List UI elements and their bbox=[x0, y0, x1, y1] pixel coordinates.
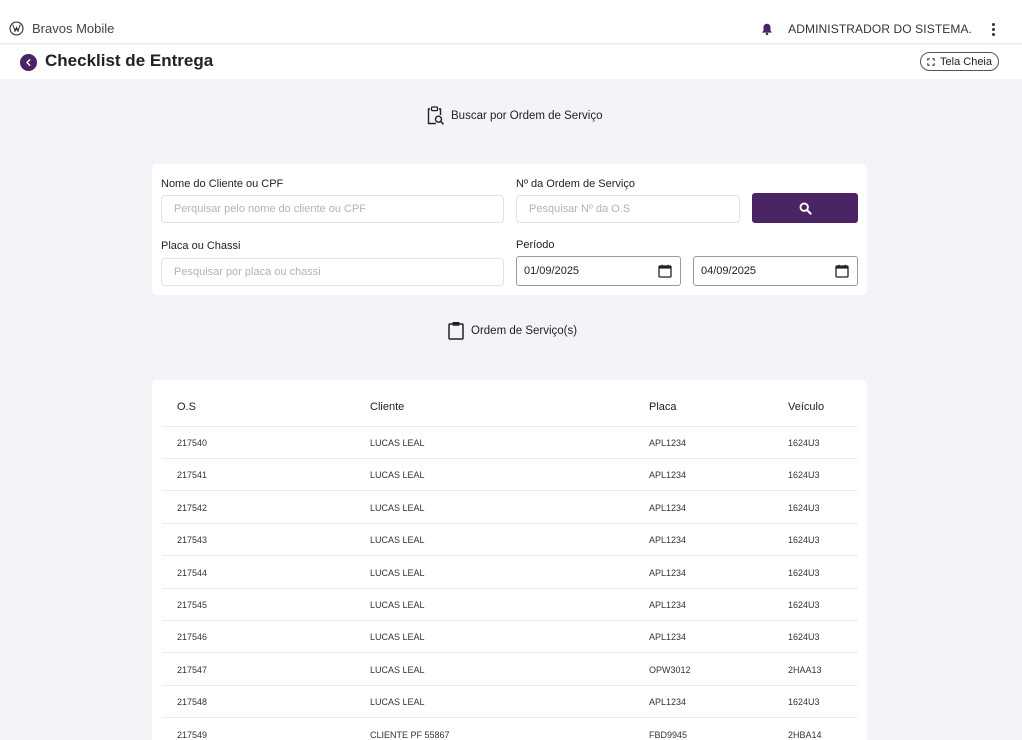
fullscreen-button[interactable]: Tela Cheia bbox=[920, 52, 999, 71]
cell-placa: APL1234 bbox=[649, 438, 687, 448]
cell-cliente: CLIENTE PF 55867 bbox=[370, 729, 450, 740]
search-section-title: Buscar por Ordem de Serviço bbox=[451, 109, 603, 122]
cell-veiculo: 1624U3 bbox=[788, 438, 820, 448]
cell-placa: APL1234 bbox=[649, 470, 687, 481]
plate-field-label: Placa ou Chassi bbox=[161, 240, 241, 252]
column-header-os[interactable]: O.S bbox=[177, 401, 196, 413]
cell-os: 217542 bbox=[177, 502, 208, 513]
client-field-label: Nome do Cliente ou CPF bbox=[161, 178, 284, 190]
user-area: ADMINISTRADOR DO SISTEMA. bbox=[760, 22, 1000, 36]
table-row[interactable]: 217549 CLIENTE PF 55867 FBD9945 2HBA14 bbox=[162, 719, 858, 740]
start-date-input[interactable]: 01/09/2025 bbox=[516, 256, 681, 286]
column-header-placa[interactable]: Placa bbox=[649, 401, 677, 413]
bell-icon[interactable] bbox=[760, 22, 774, 36]
cell-cliente: LUCAS LEAL bbox=[370, 567, 425, 578]
cell-cliente: LUCAS LEAL bbox=[370, 470, 425, 481]
cell-veiculo: 2HBA14 bbox=[788, 729, 822, 740]
fullscreen-icon bbox=[927, 57, 935, 66]
cell-placa: OPW3012 bbox=[649, 664, 691, 675]
search-button[interactable] bbox=[752, 193, 858, 223]
table-row[interactable]: 217547 LUCAS LEAL OPW3012 2HAA13 bbox=[162, 654, 858, 686]
table-row[interactable]: 217546 LUCAS LEAL APL1234 1624U3 bbox=[162, 621, 858, 654]
end-date-value: 04/09/2025 bbox=[701, 265, 757, 277]
os-table: O.S Cliente Placa Veículo 217540 LUCAS LE… bbox=[152, 380, 867, 740]
calendar-icon[interactable] bbox=[835, 264, 849, 278]
table-header: O.S Cliente Placa Veículo bbox=[162, 395, 858, 427]
cell-os: 217541 bbox=[177, 470, 208, 481]
cell-veiculo: 2HAA13 bbox=[788, 664, 822, 675]
vw-logo-icon bbox=[9, 21, 24, 36]
cell-cliente: LUCAS LEAL bbox=[370, 664, 425, 675]
client-search-input[interactable] bbox=[161, 195, 504, 223]
period-field-label: Período bbox=[516, 239, 555, 251]
cell-cliente: LUCAS LEAL bbox=[370, 502, 425, 513]
search-form-card: Nome do Cliente ou CPF Nº da Ordem de Se… bbox=[152, 164, 867, 295]
back-button[interactable] bbox=[20, 54, 37, 71]
search-section-heading: Buscar por Ordem de Serviço bbox=[427, 106, 602, 125]
more-vert-icon[interactable] bbox=[986, 22, 1000, 36]
brand: Bravos Mobile bbox=[9, 21, 114, 36]
table-row[interactable]: 217541 LUCAS LEAL APL1234 1624U3 bbox=[162, 459, 858, 492]
cell-veiculo: 1624U3 bbox=[788, 470, 820, 481]
os-field-label: Nº da Ordem de Serviço bbox=[516, 178, 635, 190]
os-section-heading: Ordem de Serviço(s) bbox=[448, 321, 577, 340]
clipboard-search-icon bbox=[427, 106, 444, 125]
column-header-cliente[interactable]: Cliente bbox=[370, 401, 404, 413]
cell-placa: APL1234 bbox=[649, 600, 687, 610]
os-section-title: Ordem de Serviço(s) bbox=[471, 324, 578, 337]
search-icon bbox=[799, 202, 812, 215]
cell-placa: APL1234 bbox=[649, 567, 687, 578]
page-title: Checklist de Entrega bbox=[45, 51, 214, 70]
clipboard-icon bbox=[448, 322, 464, 340]
cell-veiculo: 1624U3 bbox=[788, 697, 820, 708]
cell-cliente: LUCAS LEAL bbox=[370, 632, 425, 643]
cell-placa: FBD9945 bbox=[649, 729, 688, 740]
chevron-left-icon bbox=[26, 59, 31, 66]
cell-os: 217549 bbox=[177, 729, 208, 740]
cell-placa: APL1234 bbox=[649, 502, 687, 513]
os-number-input[interactable] bbox=[516, 195, 740, 223]
cell-veiculo: 1624U3 bbox=[788, 632, 820, 643]
start-date-value: 01/09/2025 bbox=[524, 265, 580, 277]
cell-placa: APL1234 bbox=[649, 535, 687, 546]
table-row[interactable]: 217545 LUCAS LEAL APL1234 1624U3 bbox=[162, 589, 858, 621]
cell-os: 217547 bbox=[177, 664, 208, 675]
plate-search-input[interactable] bbox=[161, 258, 504, 286]
cell-veiculo: 1624U3 bbox=[788, 567, 820, 578]
page-header: Checklist de Entrega Tela Cheia bbox=[0, 45, 1022, 79]
calendar-icon[interactable] bbox=[658, 264, 672, 278]
cell-os: 217548 bbox=[177, 697, 208, 708]
cell-cliente: LUCAS LEAL bbox=[370, 535, 425, 546]
table-row[interactable]: 217540 LUCAS LEAL APL1234 1624U3 bbox=[162, 427, 858, 459]
cell-os: 217544 bbox=[177, 567, 208, 578]
cell-os: 217546 bbox=[177, 632, 208, 643]
top-app-bar: Bravos Mobile ADMINISTRADOR DO SISTEMA. bbox=[0, 0, 1022, 44]
app-name: Bravos Mobile bbox=[32, 21, 115, 36]
cell-veiculo: 1624U3 bbox=[788, 535, 820, 546]
cell-os: 217540 bbox=[177, 438, 208, 448]
cell-cliente: LUCAS LEAL bbox=[370, 600, 425, 610]
table-row[interactable]: 217548 LUCAS LEAL APL1234 1624U3 bbox=[162, 686, 858, 719]
cell-placa: APL1234 bbox=[649, 632, 687, 643]
cell-os: 217545 bbox=[177, 600, 208, 610]
cell-os: 217543 bbox=[177, 535, 208, 546]
fullscreen-label: Tela Cheia bbox=[940, 55, 992, 68]
cell-placa: APL1234 bbox=[649, 697, 687, 708]
table-row[interactable]: 217542 LUCAS LEAL APL1234 1624U3 bbox=[162, 492, 858, 524]
cell-veiculo: 1624U3 bbox=[788, 502, 820, 513]
column-header-veiculo[interactable]: Veículo bbox=[788, 401, 824, 413]
end-date-input[interactable]: 04/09/2025 bbox=[693, 256, 858, 286]
table-row[interactable]: 217544 LUCAS LEAL APL1234 1624U3 bbox=[162, 557, 858, 589]
user-name[interactable]: ADMINISTRADOR DO SISTEMA. bbox=[788, 22, 972, 36]
cell-cliente: LUCAS LEAL bbox=[370, 697, 425, 708]
cell-veiculo: 1624U3 bbox=[788, 600, 820, 610]
cell-cliente: LUCAS LEAL bbox=[370, 438, 425, 448]
table-row[interactable]: 217543 LUCAS LEAL APL1234 1624U3 bbox=[162, 524, 858, 557]
